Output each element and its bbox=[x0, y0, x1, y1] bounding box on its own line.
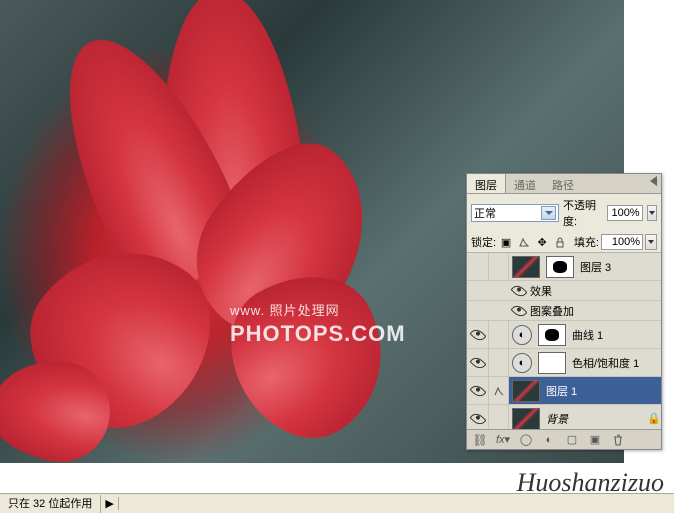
blend-mode-row: 正常 不透明度: 100% bbox=[467, 194, 661, 232]
visibility-toggle[interactable] bbox=[467, 405, 489, 429]
lock-all-icon[interactable] bbox=[552, 234, 568, 250]
adjustment-icon[interactable]: ◐ bbox=[512, 325, 532, 345]
opacity-label: 不透明度: bbox=[563, 197, 603, 229]
visibility-toggle[interactable] bbox=[511, 281, 527, 300]
link-column[interactable] bbox=[489, 377, 509, 404]
layer-row[interactable]: ◐ 曲线 1 bbox=[467, 321, 661, 349]
link-column[interactable] bbox=[489, 253, 509, 280]
layer-mask-thumbnail[interactable] bbox=[538, 324, 566, 346]
opacity-dropdown-icon[interactable] bbox=[647, 205, 657, 221]
layer-mask-thumbnail[interactable] bbox=[538, 352, 566, 374]
delete-layer-icon[interactable] bbox=[607, 432, 629, 448]
fill-label: 填充: bbox=[574, 234, 599, 250]
visibility-toggle[interactable] bbox=[467, 321, 489, 348]
link-column[interactable] bbox=[489, 321, 509, 348]
status-text: 只在 32 位起作用 bbox=[0, 495, 101, 513]
eye-icon bbox=[469, 410, 486, 427]
layer-mask-thumbnail[interactable] bbox=[546, 256, 574, 278]
layer-effects-row[interactable]: 效果 bbox=[467, 281, 661, 301]
panel-tab-bar: 图层 通道 路径 bbox=[467, 174, 661, 194]
layer-row-background[interactable]: 背景 🔒 bbox=[467, 405, 661, 429]
flower-image bbox=[0, 20, 420, 460]
brush-icon bbox=[493, 385, 505, 397]
effects-label: 效果 bbox=[527, 283, 661, 299]
opacity-input[interactable]: 100% bbox=[607, 205, 643, 221]
link-column[interactable] bbox=[489, 405, 509, 429]
eye-icon bbox=[469, 382, 486, 399]
tab-layers[interactable]: 图层 bbox=[467, 174, 506, 193]
dropdown-arrow-icon bbox=[541, 206, 556, 220]
link-layers-icon[interactable]: ⛓ bbox=[469, 432, 491, 448]
watermark: www. 照片处理网 PHOTOPS.COM bbox=[230, 300, 406, 347]
fill-dropdown-icon[interactable] bbox=[645, 234, 657, 250]
visibility-toggle[interactable] bbox=[467, 349, 489, 376]
tab-paths[interactable]: 路径 bbox=[544, 174, 582, 193]
new-layer-icon[interactable]: ▣ bbox=[584, 432, 606, 448]
tab-channels[interactable]: 通道 bbox=[506, 174, 544, 193]
layer-name[interactable]: 图层 1 bbox=[543, 383, 661, 399]
layer-thumbnail[interactable] bbox=[512, 408, 540, 430]
eye-icon bbox=[511, 302, 528, 319]
layer-row[interactable]: ◐ 色相/饱和度 1 bbox=[467, 349, 661, 377]
watermark-line2: PHOTOPS.COM bbox=[230, 321, 406, 347]
status-arrow-icon[interactable]: ▶ bbox=[101, 497, 118, 510]
layer-name[interactable]: 背景 bbox=[543, 411, 647, 427]
eye-icon bbox=[469, 354, 486, 371]
lock-transparent-icon[interactable]: ▣ bbox=[498, 234, 514, 250]
lock-image-icon[interactable] bbox=[516, 234, 532, 250]
layer-name[interactable]: 图层 3 bbox=[577, 259, 661, 275]
visibility-toggle[interactable] bbox=[467, 253, 489, 280]
layer-mask-icon[interactable]: ◯ bbox=[515, 432, 537, 448]
lock-row: 锁定: ▣ ✥ 填充: 100% bbox=[467, 232, 661, 253]
adjustment-layer-icon[interactable]: ◐ bbox=[538, 432, 560, 448]
fill-input[interactable]: 100% bbox=[601, 234, 643, 250]
link-column[interactable] bbox=[489, 349, 509, 376]
new-group-icon[interactable]: ▢ bbox=[561, 432, 583, 448]
watermark-line1: www. 照片处理网 bbox=[230, 300, 406, 319]
panel-footer: ⛓ fx▾ ◯ ◐ ▢ ▣ bbox=[467, 429, 661, 449]
layer-thumbnail[interactable] bbox=[512, 380, 540, 402]
visibility-toggle[interactable] bbox=[511, 301, 527, 320]
lock-position-icon[interactable]: ✥ bbox=[534, 234, 550, 250]
layer-thumbnail[interactable] bbox=[512, 256, 540, 278]
status-bar: 只在 32 位起作用 ▶ bbox=[0, 493, 674, 513]
eye-icon bbox=[469, 326, 486, 343]
effect-name: 图案叠加 bbox=[527, 303, 661, 319]
lock-label: 锁定: bbox=[471, 234, 496, 250]
layer-name[interactable]: 曲线 1 bbox=[569, 327, 661, 343]
blend-mode-value: 正常 bbox=[474, 205, 496, 221]
layer-effect-item[interactable]: 图案叠加 bbox=[467, 301, 661, 321]
eye-icon bbox=[511, 282, 528, 299]
adjustment-icon[interactable]: ◐ bbox=[512, 353, 532, 373]
layer-row-selected[interactable]: 图层 1 bbox=[467, 377, 661, 405]
blend-mode-select[interactable]: 正常 bbox=[471, 204, 559, 222]
panel-collapse-icon[interactable] bbox=[646, 174, 661, 193]
visibility-toggle[interactable] bbox=[467, 377, 489, 404]
layer-row[interactable]: 图层 3 bbox=[467, 253, 661, 281]
layer-name[interactable]: 色相/饱和度 1 bbox=[569, 355, 661, 371]
layers-panel: 图层 通道 路径 正常 不透明度: 100% 锁定: ▣ ✥ 填充: 100% … bbox=[466, 173, 662, 450]
layers-list: 图层 3 效果 图案叠加 ◐ 曲线 1 ◐ 色相/饱和度 1 bbox=[467, 253, 661, 429]
lock-icon: 🔒 bbox=[647, 412, 657, 425]
layer-style-icon[interactable]: fx▾ bbox=[492, 432, 514, 448]
